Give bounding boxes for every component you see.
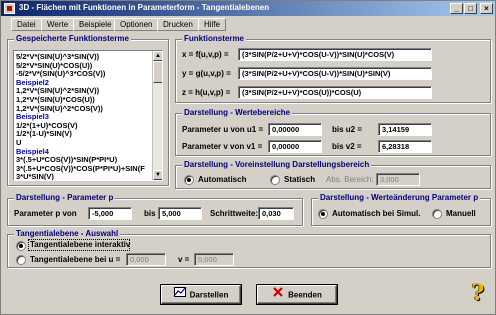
p-change-manual-radio[interactable] xyxy=(432,209,442,219)
value-range-group: Darstellung - Wertebereiche Parameter u … xyxy=(175,108,491,156)
window-title: 3D - Flächen mit Funktionen in Parameter… xyxy=(19,3,270,12)
tangent-v-label: v = xyxy=(178,255,190,264)
v2-input[interactable]: 6,28318 xyxy=(378,140,432,153)
y-function-label: y = g(u,v,p) = xyxy=(182,69,231,78)
display-auto-radio[interactable] xyxy=(184,175,194,185)
menu-beispiele[interactable]: Beispiele xyxy=(73,18,118,31)
p-change-auto-label: Automatisch bei Simul. xyxy=(332,209,421,218)
saved-functions-title: Gespeicherte Funktionsterme xyxy=(14,34,131,43)
saved-functions-group: Gespeicherte Funktionsterme 5/2*V*(SIN(U… xyxy=(7,34,169,186)
scroll-thumb[interactable] xyxy=(153,61,162,83)
p-change-group: Darstellung - Werteänderung Parameter p … xyxy=(311,193,491,226)
p-to-input[interactable]: 5,000 xyxy=(158,207,202,220)
scroll-down-icon[interactable]: ▼ xyxy=(153,170,162,180)
p-step-input[interactable]: 0,030 xyxy=(258,207,294,220)
p-from-label: Parameter p von xyxy=(14,209,77,218)
draw-icon xyxy=(173,286,186,303)
menu-hilfe[interactable]: Hilfe xyxy=(198,18,227,31)
u2-input[interactable]: 3,14159 xyxy=(378,123,432,136)
u2-label: bis u2 = xyxy=(332,125,363,134)
value-range-title: Darstellung - Wertebereiche xyxy=(182,108,293,117)
display-auto-label: Automatisch xyxy=(198,175,247,184)
menu-datei[interactable]: Datei xyxy=(11,18,42,31)
display-area-group: Darstellung - Voreinstellung Darstellung… xyxy=(175,160,491,189)
exit-icon xyxy=(272,286,284,303)
list-item[interactable]: 3*U*SIN(V) xyxy=(16,172,152,180)
menu-optionen[interactable]: Optionen xyxy=(114,18,159,31)
tangent-at-label: Tangentialebene bei u = xyxy=(30,255,121,264)
function-terms-group: Funktionsterme x = f(u,v,p) = (3*SIN(P/2… xyxy=(175,34,491,103)
main-window: 3D - Flächen mit Funktionen in Parameter… xyxy=(0,0,496,315)
v1-input[interactable]: 0,00000 xyxy=(268,140,322,153)
display-static-radio[interactable] xyxy=(270,175,280,185)
abs-range-input[interactable]: 3,000 xyxy=(376,173,420,186)
parameter-p-title: Darstellung - Parameter p xyxy=(14,193,116,202)
draw-button-label: Darstellen xyxy=(189,290,229,300)
parameter-p-group: Darstellung - Parameter p Parameter p vo… xyxy=(7,193,303,226)
x-function-label: x = f(u,v,p) = xyxy=(182,50,229,59)
draw-button[interactable]: Darstellen xyxy=(161,285,241,304)
z-function-label: z = h(u,v,p) = xyxy=(182,88,231,97)
tangent-group: Tangentialebene - Auswahl Tangentialeben… xyxy=(7,229,491,268)
function-terms-title: Funktionsterme xyxy=(182,34,247,43)
p-to-label: bis xyxy=(144,209,156,218)
menu-werte[interactable]: Werte xyxy=(41,18,75,31)
display-static-label: Statisch xyxy=(284,175,316,184)
scroll-up-icon[interactable]: ▲ xyxy=(153,51,162,61)
v2-label: bis v2 = xyxy=(332,142,362,151)
menu-drucken[interactable]: Drucken xyxy=(157,18,199,31)
x-function-input[interactable]: (3*SIN(P/2+U+V)*COS(U-V))*SIN(U)*COS(V) xyxy=(238,48,432,61)
help-icon[interactable]: ? xyxy=(467,281,489,305)
v-range-label: Parameter v von v1 = xyxy=(182,142,263,151)
p-step-label: Schrittweite: xyxy=(210,209,259,218)
app-icon xyxy=(4,3,15,14)
tangent-interactive-radio[interactable] xyxy=(16,241,26,251)
p-change-manual-label: Manuell xyxy=(446,209,476,218)
tangent-interactive-label: Tangentialebene interaktiv xyxy=(30,240,131,249)
p-change-auto-radio[interactable] xyxy=(318,209,328,219)
abs-range-label: Abs. Bereich: xyxy=(326,175,374,184)
p-from-input[interactable]: -5,000 xyxy=(88,207,132,220)
saved-functions-list[interactable]: 5/2*V*(SIN(U)^3*SIN(V)) 5/2*V*SIN(U)*COS(… xyxy=(13,50,163,181)
tangent-title: Tangentialebene - Auswahl xyxy=(14,229,121,238)
p-change-title: Darstellung - Werteänderung Parameter p xyxy=(318,193,481,202)
close-button[interactable]: × xyxy=(480,3,493,14)
display-area-title: Darstellung - Voreinstellung Darstellung… xyxy=(182,160,372,169)
exit-button[interactable]: Beenden xyxy=(257,285,337,304)
maximize-button[interactable]: □ xyxy=(464,3,477,14)
tangent-v-input[interactable]: 0,000 xyxy=(194,253,234,266)
tangent-at-radio[interactable] xyxy=(16,255,26,265)
list-scrollbar[interactable]: ▲ ▼ xyxy=(152,51,162,180)
exit-button-label: Beenden xyxy=(288,290,322,300)
y-function-input[interactable]: (3*SIN(P/2+U+V)*COS(U-V))*SIN(U)*SIN(V) xyxy=(238,67,432,80)
minimize-button[interactable]: _ xyxy=(450,3,463,14)
u-range-label: Parameter u von u1 = xyxy=(182,125,264,134)
z-function-input[interactable]: (3*SIN(P/2+U+V)*COS(U))*COS(U) xyxy=(238,86,432,99)
tangent-u-input[interactable]: 0,000 xyxy=(126,253,166,266)
title-bar: 3D - Flächen mit Funktionen in Parameter… xyxy=(1,1,495,16)
u1-input[interactable]: 0,00000 xyxy=(268,123,322,136)
